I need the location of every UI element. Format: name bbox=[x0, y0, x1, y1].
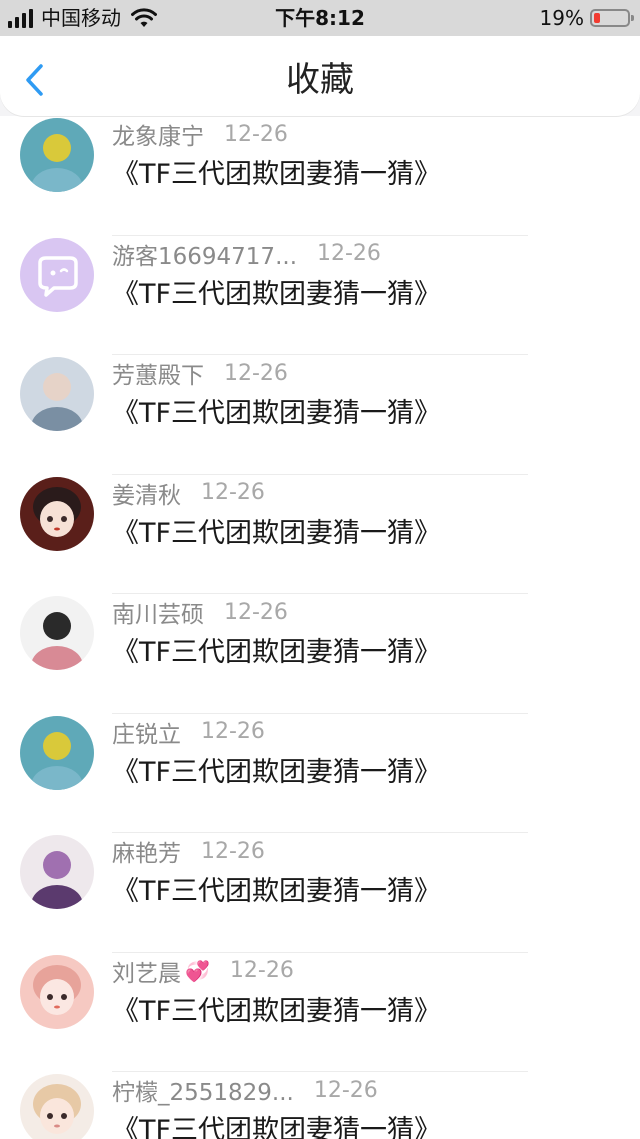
item-date: 12-26 bbox=[224, 360, 288, 386]
list-item[interactable]: 游客16694717... 12-26 《TF三代团欺团妻猜一猜》 bbox=[0, 236, 640, 355]
item-meta: 麻艳芳 12-26 bbox=[112, 834, 265, 868]
item-date: 12-26 bbox=[229, 958, 294, 983]
item-meta: 柠檬_2551829... 12-26 bbox=[112, 1073, 378, 1107]
avatar[interactable] bbox=[20, 118, 94, 192]
author-name[interactable]: 南川芸硕 bbox=[112, 595, 204, 629]
author-name[interactable]: 刘艺晨 bbox=[112, 954, 181, 988]
item-date: 12-26 bbox=[313, 1077, 378, 1103]
item-meta: 刘艺晨 💞 12-26 bbox=[112, 955, 294, 987]
item-title[interactable]: 《TF三代团欺团妻猜一猜》 bbox=[112, 1108, 441, 1139]
list-item[interactable]: 庄锐立 12-26 《TF三代团欺团妻猜一猜》 bbox=[0, 714, 640, 833]
list-item[interactable]: 刘艺晨 💞 12-26 《TF三代团欺团妻猜一猜》 bbox=[0, 953, 640, 1072]
avatar[interactable] bbox=[20, 715, 94, 790]
author-name[interactable]: 庄锐立 bbox=[112, 715, 181, 749]
nav-bar: 收藏 bbox=[0, 36, 640, 116]
author-name[interactable]: 芳蕙殿下 bbox=[112, 356, 204, 390]
list-item[interactable]: 姜清秋 12-26 《TF三代团欺团妻猜一猜》 bbox=[0, 475, 640, 594]
favorites-list[interactable]: 龙象康宁 12-26 《TF三代团欺团妻猜一猜》 游客16694717... 12-2… bbox=[0, 116, 640, 1139]
item-date: 12-26 bbox=[224, 599, 288, 625]
status-right: 19% bbox=[539, 4, 634, 32]
avatar[interactable] bbox=[20, 835, 94, 909]
status-bar: 中国移动 下午8:12 19% bbox=[0, 0, 640, 36]
avatar[interactable] bbox=[20, 237, 94, 312]
author-name[interactable]: 游客16694717... bbox=[112, 237, 297, 271]
page-title: 收藏 bbox=[286, 60, 354, 100]
avatar[interactable] bbox=[20, 1074, 94, 1139]
item-title[interactable]: 《TF三代团欺团妻猜一猜》 bbox=[112, 152, 441, 191]
item-title[interactable]: 《TF三代团欺团妻猜一猜》 bbox=[112, 750, 441, 789]
avatar[interactable] bbox=[20, 954, 94, 1029]
list-item[interactable]: 柠檬_2551829... 12-26 《TF三代团欺团妻猜一猜》 bbox=[0, 1072, 640, 1139]
item-meta: 南川芸硕 12-26 bbox=[112, 595, 288, 629]
item-date: 12-26 bbox=[201, 838, 265, 864]
avatar[interactable] bbox=[20, 476, 94, 551]
item-meta: 龙象康宁 12-26 bbox=[112, 117, 288, 151]
item-date: 12-26 bbox=[201, 480, 265, 505]
item-title[interactable]: 《TF三代团欺团妻猜一猜》 bbox=[112, 511, 441, 550]
battery-percent: 19% bbox=[539, 6, 584, 30]
item-date: 12-26 bbox=[317, 241, 381, 266]
list-item[interactable]: 龙象康宁 12-26 《TF三代团欺团妻猜一猜》 bbox=[0, 116, 640, 236]
heart-emoji-icon: 💞 bbox=[185, 958, 210, 983]
battery-fill bbox=[594, 13, 600, 23]
item-meta: 游客16694717... 12-26 bbox=[112, 238, 381, 270]
battery-tip bbox=[631, 15, 634, 21]
item-date: 12-26 bbox=[224, 121, 288, 147]
item-meta: 芳蕙殿下 12-26 bbox=[112, 356, 288, 390]
list-item[interactable]: 南川芸硕 12-26 《TF三代团欺团妻猜一猜》 bbox=[0, 594, 640, 714]
item-title[interactable]: 《TF三代团欺团妻猜一猜》 bbox=[112, 391, 441, 430]
item-title[interactable]: 《TF三代团欺团妻猜一猜》 bbox=[112, 630, 441, 669]
item-title[interactable]: 《TF三代团欺团妻猜一猜》 bbox=[112, 989, 441, 1028]
list-item[interactable]: 芳蕙殿下 12-26 《TF三代团欺团妻猜一猜》 bbox=[0, 355, 640, 475]
item-date: 12-26 bbox=[201, 719, 265, 744]
item-meta: 姜清秋 12-26 bbox=[112, 477, 265, 509]
author-name[interactable]: 姜清秋 bbox=[112, 476, 181, 510]
battery-icon bbox=[590, 9, 634, 27]
list-item[interactable]: 麻艳芳 12-26 《TF三代团欺团妻猜一猜》 bbox=[0, 833, 640, 953]
avatar[interactable] bbox=[20, 596, 94, 670]
item-title[interactable]: 《TF三代团欺团妻猜一猜》 bbox=[112, 869, 441, 908]
avatar[interactable] bbox=[20, 357, 94, 431]
item-title[interactable]: 《TF三代团欺团妻猜一猜》 bbox=[112, 272, 441, 311]
author-name[interactable]: 龙象康宁 bbox=[112, 117, 204, 151]
item-meta: 庄锐立 12-26 bbox=[112, 716, 265, 748]
author-name[interactable]: 麻艳芳 bbox=[112, 834, 181, 868]
author-name[interactable]: 柠檬_2551829... bbox=[112, 1073, 294, 1107]
